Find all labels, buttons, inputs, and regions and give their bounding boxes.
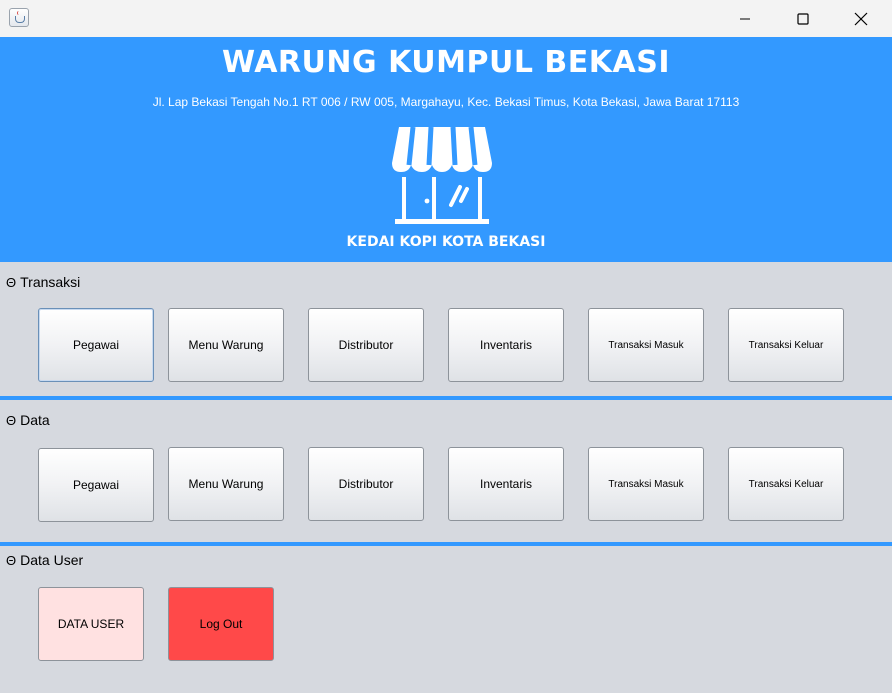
transaksi-masuk-button[interactable]: Transaksi Masuk bbox=[588, 308, 704, 382]
collapse-icon: Θ bbox=[6, 552, 17, 568]
shop-subtitle: KEDAI KOPI KOTA BEKASI bbox=[346, 234, 546, 250]
data-distributor-button[interactable]: Distributor bbox=[308, 447, 424, 521]
collapse-icon: Θ bbox=[6, 274, 17, 290]
transaksi-menu-warung-button[interactable]: Menu Warung bbox=[168, 308, 284, 382]
header-banner: WARUNG KUMPUL BEKASI Jl. Lap Bekasi Teng… bbox=[0, 37, 892, 262]
minimize-button[interactable] bbox=[722, 0, 768, 37]
data-inventaris-button[interactable]: Inventaris bbox=[448, 447, 564, 521]
logout-button[interactable]: Log Out bbox=[168, 587, 274, 661]
data-user-button[interactable]: DATA USER bbox=[38, 587, 144, 661]
minimize-icon bbox=[740, 18, 750, 19]
section-label-transaksi: Transaksi bbox=[20, 274, 81, 290]
maximize-button[interactable] bbox=[780, 0, 826, 37]
maximize-icon bbox=[797, 12, 809, 25]
data-transaksi-keluar-button[interactable]: Transaksi Keluar bbox=[728, 447, 844, 521]
section-label-data: Data bbox=[20, 412, 50, 428]
transaksi-keluar-button[interactable]: Transaksi Keluar bbox=[728, 308, 844, 382]
title-bar bbox=[0, 0, 892, 37]
data-transaksi-masuk-button[interactable]: Transaksi Masuk bbox=[588, 447, 704, 521]
section-header-transaksi[interactable]: Θ Transaksi bbox=[6, 274, 80, 290]
section-divider bbox=[0, 396, 892, 400]
close-button[interactable] bbox=[838, 0, 884, 37]
close-icon bbox=[854, 12, 868, 25]
shop-title: WARUNG KUMPUL BEKASI bbox=[221, 45, 671, 80]
data-pegawai-button[interactable]: Pegawai bbox=[38, 448, 154, 522]
app-window: WARUNG KUMPUL BEKASI Jl. Lap Bekasi Teng… bbox=[0, 0, 892, 693]
section-header-data-user[interactable]: Θ Data User bbox=[6, 552, 83, 568]
transaksi-inventaris-button[interactable]: Inventaris bbox=[448, 308, 564, 382]
data-menu-warung-button[interactable]: Menu Warung bbox=[168, 447, 284, 521]
storefront-icon bbox=[392, 126, 492, 224]
section-divider bbox=[0, 542, 892, 546]
shop-address: Jl. Lap Bekasi Tengah No.1 RT 006 / RW 0… bbox=[152, 95, 740, 109]
collapse-icon: Θ bbox=[6, 412, 17, 428]
java-app-icon bbox=[9, 8, 29, 27]
transaksi-pegawai-button[interactable]: Pegawai bbox=[38, 308, 154, 382]
section-label-data-user: Data User bbox=[20, 552, 84, 568]
section-header-data[interactable]: Θ Data bbox=[6, 412, 50, 428]
transaksi-distributor-button[interactable]: Distributor bbox=[308, 308, 424, 382]
